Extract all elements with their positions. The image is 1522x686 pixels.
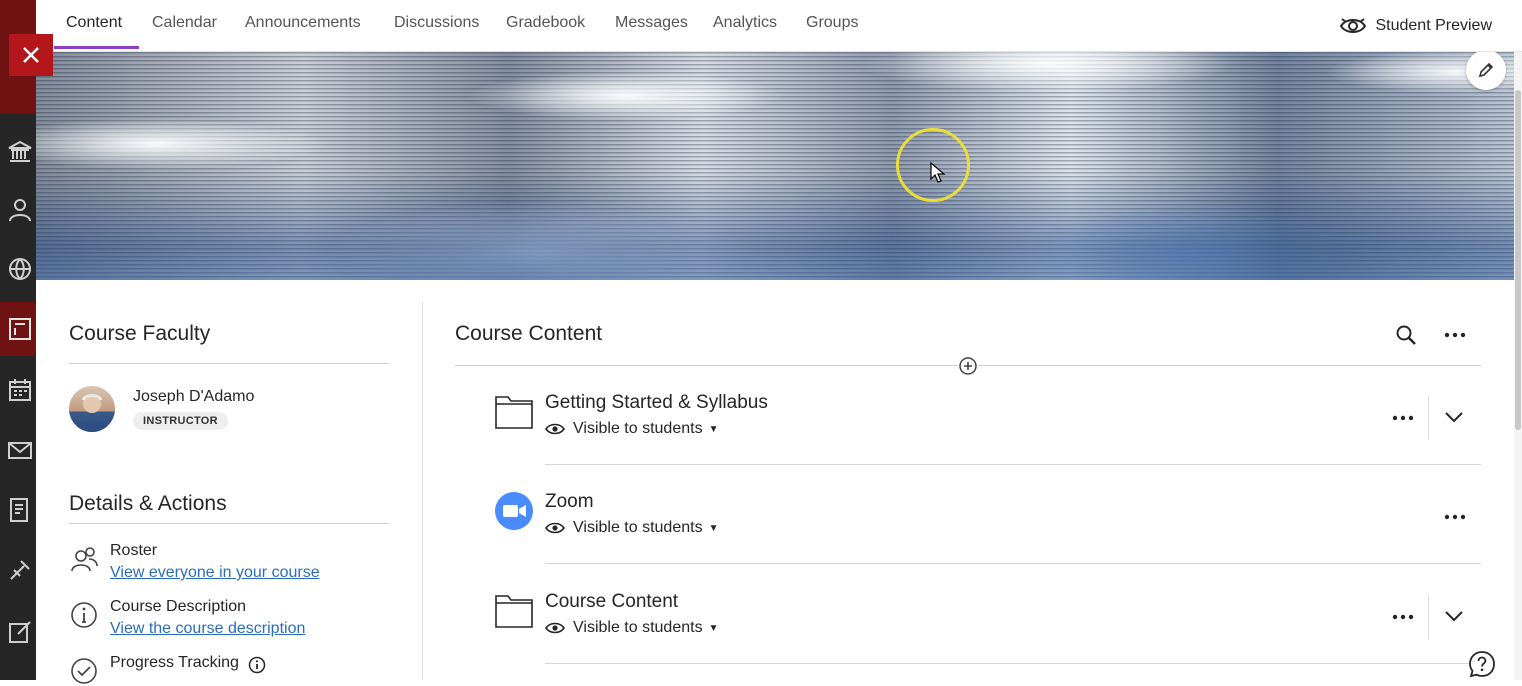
divider [545,663,1481,664]
view-description-link[interactable]: View the course description [110,620,305,638]
role-badge: INSTRUCTOR [133,412,228,430]
search-icon[interactable] [1394,323,1418,347]
scrollbar-thumb[interactable] [1515,90,1521,430]
info-icon [71,602,97,628]
roster-title: Roster [110,542,158,559]
caret-down-icon: ▼ [708,522,719,534]
edit-notes-icon[interactable] [6,618,34,646]
progress-info-icon[interactable] [248,656,266,674]
divider [1428,595,1429,639]
zoom-icon [495,492,533,530]
tools-icon[interactable] [6,556,34,584]
visibility-dropdown[interactable]: Visible to students ▼ [545,519,718,537]
close-course-button[interactable] [9,34,53,76]
institution-icon[interactable] [6,138,34,166]
content-item-zoom[interactable]: Zoom Visible to students ▼ [490,465,1482,564]
folder-icon [495,595,533,628]
close-icon [23,47,39,63]
chevron-down-icon[interactable] [1441,603,1467,629]
divider [1428,396,1429,440]
student-preview-button[interactable]: Student Preview [1339,14,1492,38]
more-options-icon[interactable] [1390,406,1416,430]
roster-detail: Roster View everyone in your course [69,542,409,588]
messages-icon[interactable] [6,436,34,464]
content-item-title[interactable]: Course Content [545,591,678,613]
tab-messages[interactable]: Messages [615,14,688,32]
content-item-title[interactable]: Getting Started & Syllabus [545,392,768,414]
courses-icon[interactable] [6,315,34,343]
avatar[interactable] [69,386,115,432]
eye-icon [545,522,565,534]
student-preview-label: Student Preview [1375,17,1492,34]
profile-icon[interactable] [6,196,34,224]
course-sidebar: Course Faculty Joseph D'Adamo INSTRUCTOR… [36,302,423,684]
visibility-label: Visible to students [573,420,703,437]
more-options-icon[interactable] [1442,505,1468,529]
more-options-icon[interactable] [1442,323,1468,347]
grades-icon[interactable] [6,496,34,524]
roster-icon [71,547,98,572]
caret-down-icon: ▼ [708,622,719,634]
eye-icon [545,423,565,435]
help-icon[interactable] [1468,650,1496,678]
check-circle-icon [71,658,97,684]
visibility-dropdown[interactable]: Visible to students ▼ [545,420,718,438]
content-item-title[interactable]: Zoom [545,491,594,513]
chevron-down-icon[interactable] [1441,404,1467,430]
progress-tracking-title[interactable]: Progress Tracking [110,654,239,672]
course-description-title: Course Description [110,598,247,615]
course-faculty-heading: Course Faculty [69,322,211,345]
calendar-icon[interactable] [6,376,34,404]
course-banner-image [36,52,1514,280]
folder-icon [495,396,533,429]
add-content-icon[interactable] [958,356,978,376]
tab-groups[interactable]: Groups [806,14,858,32]
course-description-detail: Course Description View the course descr… [69,598,409,644]
course-nav-tabs: Content Calendar Announcements Discussio… [36,0,1522,52]
caret-down-icon: ▼ [708,423,719,435]
tab-analytics[interactable]: Analytics [713,14,777,32]
visibility-label: Visible to students [573,619,703,636]
divider [545,563,1481,564]
view-roster-link[interactable]: View everyone in your course [110,564,320,582]
eye-icon [545,622,565,634]
tab-content[interactable]: Content [66,14,122,32]
student-preview-icon [1340,18,1367,33]
faculty-name[interactable]: Joseph D'Adamo [133,388,254,406]
edit-banner-button[interactable] [1466,52,1506,90]
divider [69,363,389,364]
tab-discussions[interactable]: Discussions [394,14,479,32]
tab-announcements[interactable]: Announcements [245,14,361,32]
mouse-cursor-icon [930,162,946,183]
active-tab-indicator [54,46,139,49]
divider [69,523,389,524]
content-item-course-content[interactable]: Course Content Visible to students ▼ [490,565,1482,664]
tab-gradebook[interactable]: Gradebook [506,14,585,32]
details-actions-heading: Details & Actions [69,492,227,515]
visibility-label: Visible to students [573,519,703,536]
tab-calendar[interactable]: Calendar [152,14,217,32]
pencil-icon [1478,62,1494,78]
more-options-icon[interactable] [1390,605,1416,629]
content-item-getting-started[interactable]: Getting Started & Syllabus Visible to st… [490,366,1482,465]
globe-icon[interactable] [6,255,34,283]
course-content-heading: Course Content [455,322,603,345]
visibility-dropdown[interactable]: Visible to students ▼ [545,619,718,637]
